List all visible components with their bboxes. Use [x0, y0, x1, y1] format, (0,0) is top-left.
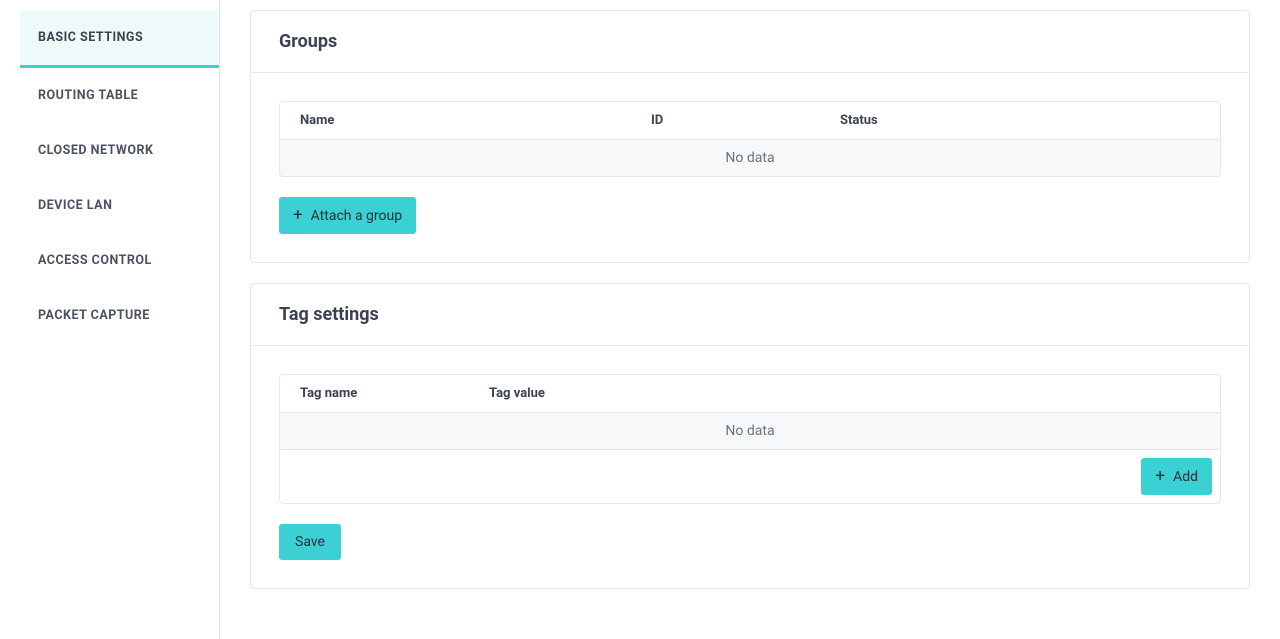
add-tag-label: Add — [1173, 469, 1198, 485]
attach-group-button[interactable]: + Attach a group — [279, 197, 416, 234]
tags-card-body: Tag name Tag value No data + Add Save — [251, 346, 1249, 588]
sidebar-item-label: BASIC SETTINGS — [38, 30, 143, 45]
groups-col-status: Status — [840, 113, 1200, 128]
tags-card: Tag settings Tag name Tag value No data … — [250, 283, 1250, 589]
sidebar-item-closed-network[interactable]: CLOSED NETWORK — [20, 123, 219, 178]
sidebar-item-label: ROUTING TABLE — [38, 88, 138, 103]
groups-card-body: Name ID Status No data + Attach a group — [251, 73, 1249, 262]
tags-col-tagvalue: Tag value — [489, 386, 1200, 401]
tags-no-data: No data — [280, 413, 1220, 449]
plus-icon: + — [1155, 468, 1165, 485]
groups-table-header: Name ID Status — [280, 102, 1220, 140]
main-content: Groups Name ID Status No data + Attach a… — [220, 0, 1280, 639]
groups-title: Groups — [279, 31, 1221, 52]
sidebar-item-packet-capture[interactable]: PACKET CAPTURE — [20, 288, 219, 343]
tags-card-header: Tag settings — [251, 284, 1249, 346]
save-button[interactable]: Save — [279, 524, 341, 560]
groups-card-header: Groups — [251, 11, 1249, 73]
sidebar-item-label: DEVICE LAN — [38, 198, 112, 213]
sidebar: BASIC SETTINGS ROUTING TABLE CLOSED NETW… — [0, 0, 220, 639]
sidebar-item-label: PACKET CAPTURE — [38, 308, 150, 323]
sidebar-item-access-control[interactable]: ACCESS CONTROL — [20, 233, 219, 288]
sidebar-item-routing-table[interactable]: ROUTING TABLE — [20, 68, 219, 123]
groups-card: Groups Name ID Status No data + Attach a… — [250, 10, 1250, 263]
sidebar-item-label: ACCESS CONTROL — [38, 253, 152, 268]
attach-group-label: Attach a group — [311, 208, 402, 224]
save-row: Save — [279, 524, 1221, 560]
groups-no-data: No data — [280, 140, 1220, 176]
tags-table-header: Tag name Tag value — [280, 375, 1220, 413]
plus-icon: + — [293, 207, 303, 224]
tags-title: Tag settings — [279, 304, 1221, 325]
tags-table: Tag name Tag value No data + Add — [279, 374, 1221, 504]
tags-table-footer: + Add — [280, 449, 1220, 503]
add-tag-button[interactable]: + Add — [1141, 458, 1212, 495]
groups-table: Name ID Status No data — [279, 101, 1221, 177]
groups-col-name: Name — [300, 113, 651, 128]
sidebar-item-basic-settings[interactable]: BASIC SETTINGS — [20, 10, 219, 68]
groups-col-id: ID — [651, 113, 840, 128]
tags-col-tagname: Tag name — [300, 386, 489, 401]
save-label: Save — [295, 534, 325, 550]
sidebar-item-device-lan[interactable]: DEVICE LAN — [20, 178, 219, 233]
sidebar-item-label: CLOSED NETWORK — [38, 143, 153, 158]
